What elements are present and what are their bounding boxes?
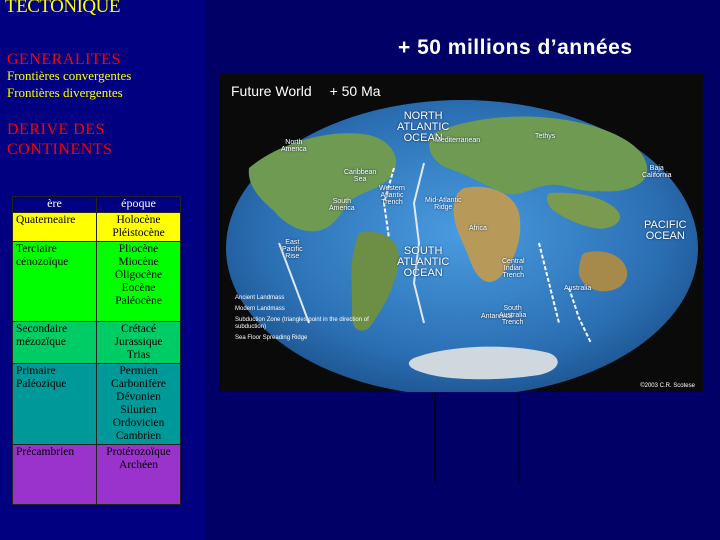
table-header-epoque: époque — [96, 196, 181, 213]
epoch-cell: Permien Carbonifère Dévonien Silurien Or… — [96, 363, 181, 445]
table-row: Terciaire cénozoïque Pliocène Miocène Ol… — [12, 241, 181, 322]
label-mediterranean: Mediterranean — [435, 137, 481, 144]
map-legend: Ancient Landmass Modern Landmass Subduct… — [235, 295, 385, 346]
map-caption-ma: + 50 Ma — [329, 83, 381, 99]
link-frontieres-convergentes[interactable]: Frontières convergentes — [7, 68, 131, 84]
label-east-pacific-rise: East Pacific Rise — [282, 239, 303, 260]
epoch-cell: Pliocène Miocène Oligocène Eocène Paléoc… — [96, 241, 181, 322]
label-south-america: South America — [329, 198, 355, 212]
map-caption-title: Future World — [231, 83, 312, 99]
link-frontieres-divergentes[interactable]: Frontières divergentes — [7, 85, 123, 101]
map-copyright: ©2003 C.R. Scotese — [640, 383, 695, 389]
heading-derive-des-continents[interactable]: DERIVE DES CONTINENTS — [7, 120, 157, 160]
label-caribbean-sea: Caribbean Sea — [344, 169, 377, 183]
table-row: Secondaire mézozïque Crétacé Jurassique … — [12, 321, 181, 364]
era-cell: Terciaire cénozoïque — [12, 241, 97, 322]
label-south-atlantic: SOUTH ATLANTIC OCEAN — [397, 245, 450, 279]
sidebar-title: TECTONIQUE — [5, 0, 120, 17]
epoch-list: Holocène Pléistocène — [112, 214, 165, 239]
epoch-cell: Protérozoïque Archéen — [96, 444, 181, 505]
table-header-ere: ère — [12, 196, 97, 213]
label-mid-atlantic-ridge: Mid-Atlantic Ridge — [425, 197, 462, 211]
timeline-bar-left — [434, 392, 436, 482]
epoch-list: Protérozoïque Archéen — [106, 446, 171, 471]
era-cell: Quaterneaire — [12, 212, 97, 242]
future-world-map: Future World + 50 Ma NORTH ATLANTIC OCEA… — [219, 73, 703, 392]
page-title: + 50 millions d’années — [398, 36, 633, 59]
table-row: Quaterneaire Holocène Pléistocène — [12, 212, 181, 242]
label-north-america: North America — [281, 139, 307, 153]
label-pacific: PACIFIC OCEAN — [644, 219, 687, 242]
label-tethys: Tethys — [535, 133, 556, 140]
epoch-list: Crétacé Jurassique Trias — [114, 323, 163, 361]
geologic-time-table: ère époque Quaterneaire Holocène Pléisto… — [12, 196, 181, 505]
label-central-indian-trench: Central Indian Trench — [502, 258, 525, 279]
label-australia: Australia — [564, 285, 592, 292]
label-africa: Africa — [469, 225, 487, 232]
sidebar: TECTONIQUE GENERALITES Frontières conver… — [0, 0, 205, 540]
map-caption: Future World + 50 Ma — [231, 83, 381, 99]
timeline-bar-right — [518, 392, 520, 482]
label-western-atlantic-trench: Western Atlantic Trench — [379, 185, 405, 206]
epoch-list: Pliocène Miocène Oligocène Eocène Paléoc… — [114, 243, 163, 307]
epoch-list: Permien Carbonifère Dévonien Silurien Or… — [111, 365, 166, 442]
era-cell: Secondaire mézozïque — [12, 321, 97, 364]
legend-item: Modern Landmass — [235, 306, 285, 312]
table-row: Primaire Paléozïque Permien Carbonifère … — [12, 363, 181, 445]
legend-item: Sea Floor Spreading Ridge — [235, 335, 308, 341]
legend-item: Ancient Landmass — [235, 295, 285, 301]
label-south-australia-trench: South Australia Trench — [499, 305, 527, 326]
table-row: Précambrien Protérozoïque Archéen — [12, 444, 181, 505]
epoch-cell: Holocène Pléistocène — [96, 212, 181, 242]
legend-item: Subduction Zone (triangles point in the … — [235, 317, 369, 330]
epoch-cell: Crétacé Jurassique Trias — [96, 321, 181, 364]
label-baja-california: Baja California — [642, 165, 672, 179]
era-cell: Précambrien — [12, 444, 97, 505]
era-cell: Primaire Paléozïque — [12, 363, 97, 445]
